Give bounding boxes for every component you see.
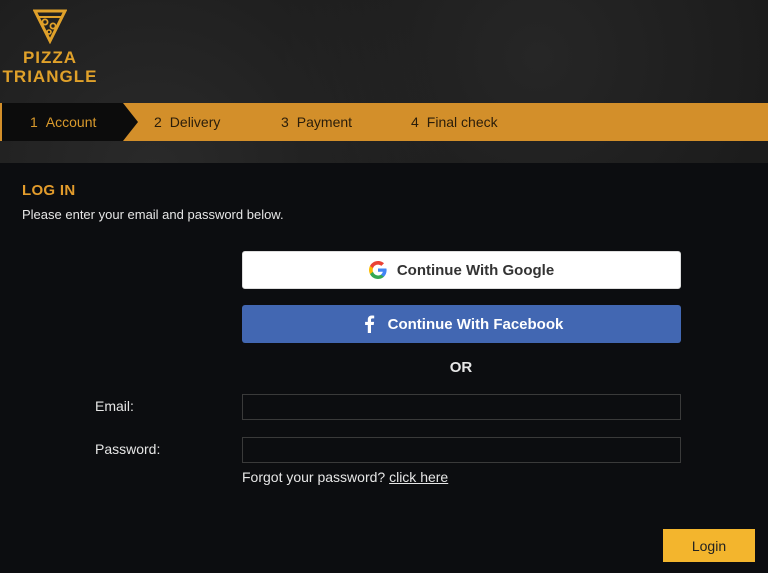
password-label: Password: [95,441,161,457]
continue-with-facebook-button[interactable]: Continue With Facebook [242,305,681,343]
login-subtitle: Please enter your email and password bel… [22,207,284,222]
step-number: 2 [154,114,162,130]
step-account[interactable]: 1 Account [30,103,96,141]
header: PIZZA TRIANGLE [0,0,768,103]
forgot-password-text: Forgot your password? [242,469,386,485]
step-number: 4 [411,114,419,130]
step-label: Delivery [169,114,221,130]
login-button[interactable]: Login [663,529,755,562]
google-button-label: Continue With Google [396,261,555,279]
or-divider: OR [449,359,473,376]
forgot-password: Forgot your password? click here [242,469,448,485]
step-payment[interactable]: 3 Payment [281,103,352,141]
brand-name-line2: TRIANGLE [2,67,98,86]
page: PIZZA TRIANGLE 1 Account 2 Delivery 3 Payme… [0,0,768,573]
step-final-check[interactable]: 4 Final check [411,103,498,141]
step-label: Payment [296,114,353,130]
login-title: LOG IN [22,182,76,199]
google-icon [368,261,387,279]
forgot-password-link[interactable]: click here [389,469,448,485]
step-label: Account [45,114,97,130]
step-delivery[interactable]: 2 Delivery [154,103,220,141]
continue-with-google-button[interactable]: Continue With Google [242,251,681,289]
facebook-icon [360,315,378,333]
password-input[interactable] [242,437,681,463]
step-number: 3 [281,114,289,130]
step-label: Final check [426,114,498,130]
brand-name-line1: PIZZA [22,48,78,67]
login-panel: LOG IN Please enter your email and passw… [0,163,768,573]
step-number: 1 [30,114,38,130]
facebook-button-label: Continue With Facebook [387,315,564,333]
pizza-slice-logo-icon [33,9,67,44]
brand-logo[interactable]: PIZZA TRIANGLE [2,8,98,86]
checkout-steps: 1 Account 2 Delivery 3 Payment 4 Final check [0,103,768,141]
email-input[interactable] [242,394,681,420]
email-label: Email: [95,398,134,414]
